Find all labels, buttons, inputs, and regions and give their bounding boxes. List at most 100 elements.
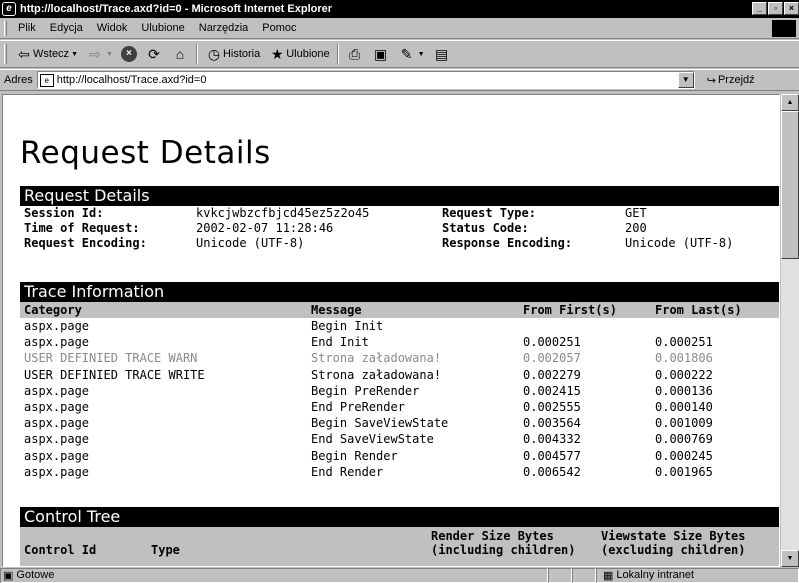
trace-cell-message: End Init [311,335,369,350]
trace-cell-last: 0.000222 [655,367,713,382]
page-content[interactable]: Request Details Request Details Session … [2,94,780,567]
back-dropdown-icon[interactable]: ▼ [71,51,78,58]
scroll-up-icon[interactable]: ▲ [781,94,799,111]
window-controls: _ ▫ × [752,2,799,15]
trace-information-header: Trace Information [20,282,779,302]
trace-cell-category: USER DEFINIED TRACE WARN [24,351,198,366]
go-arrow-icon: ↪ [706,74,716,87]
request-value: 200 [625,221,647,235]
address-input[interactable]: e http://localhost/Trace.axd?id=0 ▼ [36,71,695,89]
trace-cell-message: Begin SaveViewState [311,416,449,431]
status-pane-empty [548,567,572,583]
trace-cell-message: Begin Render [311,448,398,463]
trace-row: aspx.page End Init 0.000251 0.000251 [20,335,779,351]
refresh-button[interactable]: ⟳ [141,43,167,65]
status-zone: Lokalny intranet [616,569,695,581]
menu-tools[interactable]: Narzędzia [192,22,256,34]
trace-row: USER DEFINIED TRACE WARN Strona załadowan… [20,351,779,367]
request-row: Request Encoding: Unicode (UTF-8) Respon… [24,236,779,251]
request-details-header: Request Details [20,186,779,206]
trace-cell-category: aspx.page [24,383,90,398]
menu-edit[interactable]: Edycja [43,22,90,34]
status-page-icon: ▣ [3,569,14,582]
fullscreen-button[interactable]: ▣ [368,43,394,65]
close-button[interactable]: × [784,2,799,15]
back-button[interactable]: ⇦ Wstecz ▼ [11,43,82,65]
trace-cell-last: 0.000136 [655,383,713,398]
status-zone-pane: ▦ Lokalny intranet [596,567,799,583]
favorites-button[interactable]: ★ Ulubione [264,43,333,65]
home-button[interactable]: ⌂ [167,43,193,65]
forward-arrow-icon: ⇨ [89,46,101,62]
history-button[interactable]: ◷ Historia [201,43,264,65]
forward-button[interactable]: ⇨ ▼ [82,43,117,65]
col-from-first: From First(s) [523,303,617,317]
menu-help[interactable]: Pomoc [255,22,303,34]
address-bar: Adres e http://localhost/Trace.axd?id=0 … [0,69,799,91]
trace-cell-category: aspx.page [24,464,90,479]
discuss-button[interactable]: ▤ [429,43,455,65]
request-key: Time of Request: [24,221,140,235]
col-type: Type [151,543,180,557]
back-arrow-icon: ⇦ [18,46,30,62]
print-button[interactable]: ⎙ [342,43,368,65]
windows-logo-icon [772,20,796,37]
col-viewstate-size-note: (excluding children) [601,543,746,557]
trace-cell-last: 0.001806 [655,351,713,366]
vertical-scrollbar[interactable]: ▲ ▼ [781,94,799,567]
toolbar-separator [195,44,198,64]
history-icon: ◷ [207,46,221,62]
toolbar-grip[interactable] [4,44,7,64]
trace-cell-last: 0.000769 [655,432,713,447]
address-dropdown-icon[interactable]: ▼ [677,72,694,88]
trace-cell-last: 0.000251 [655,335,713,350]
status-bar: ▣ Gotowe ▦ Lokalny intranet [0,567,799,583]
col-render-size: Render Size Bytes [431,529,554,543]
col-from-last: From Last(s) [655,303,742,317]
edit-dropdown-icon[interactable]: ▼ [418,51,425,58]
col-render-size-note: (including children) [431,543,576,557]
toolbar-separator [336,44,339,64]
favorites-label: Ulubione [286,48,330,60]
status-pane: ▣ Gotowe [0,567,548,583]
trace-cell-first: 0.004577 [523,448,581,463]
menu-view[interactable]: Widok [90,22,135,34]
menu-grip[interactable] [4,20,7,36]
trace-cell-message: Strona załadowana! [311,367,442,382]
trace-row: aspx.page End SaveViewState 0.004332 0.0007… [20,432,779,448]
trace-cell-category: aspx.page [24,448,90,463]
scroll-thumb[interactable] [781,111,799,259]
home-icon: ⌂ [175,46,185,62]
menu-file[interactable]: Plik [11,22,43,34]
trace-cell-first: 0.004332 [523,432,581,447]
trace-row: aspx.page Begin Render 0.004577 0.000245 [20,449,779,465]
request-value: Unicode (UTF-8) [196,236,305,250]
request-key: Response Encoding: [442,236,573,250]
edit-button[interactable]: ✎ ▼ [394,43,429,65]
maximize-button[interactable]: ▫ [768,2,783,15]
trace-cell-category: aspx.page [24,432,90,447]
go-button[interactable]: ↪ Przejdź [707,74,755,87]
intranet-icon: ▦ [603,569,614,582]
trace-cell-category: aspx.page [24,400,90,414]
forward-dropdown-icon[interactable]: ▼ [106,51,113,58]
printer-icon: ⎙ [349,46,361,62]
scroll-down-icon[interactable]: ▼ [781,550,799,567]
back-label: Wstecz [33,48,70,60]
status-pane-empty [572,567,596,583]
trace-cell-first: 0.002555 [523,400,581,414]
request-key: Status Code: [442,221,529,235]
trace-row: aspx.page Begin Init [20,319,779,335]
minimize-button[interactable]: _ [752,2,767,15]
trace-cell-category: aspx.page [24,319,90,333]
toolbar: ⇦ Wstecz ▼ ⇨ ▼ × ⟳ ⌂ ◷ Historia ★ Ulubio… [0,40,799,68]
trace-cell-message: Begin Init [311,319,384,333]
trace-cell-category: aspx.page [24,416,90,431]
trace-row: aspx.page End PreRender 0.002555 0.000140 [20,400,779,416]
refresh-icon: ⟳ [148,46,160,62]
stop-button[interactable]: × [117,43,141,65]
menu-favorites[interactable]: Ulubione [134,22,191,34]
go-label: Przejdź [717,74,755,86]
edit-icon: ✎ [400,46,413,62]
trace-cell-category: USER DEFINIED TRACE WRITE [24,367,205,382]
